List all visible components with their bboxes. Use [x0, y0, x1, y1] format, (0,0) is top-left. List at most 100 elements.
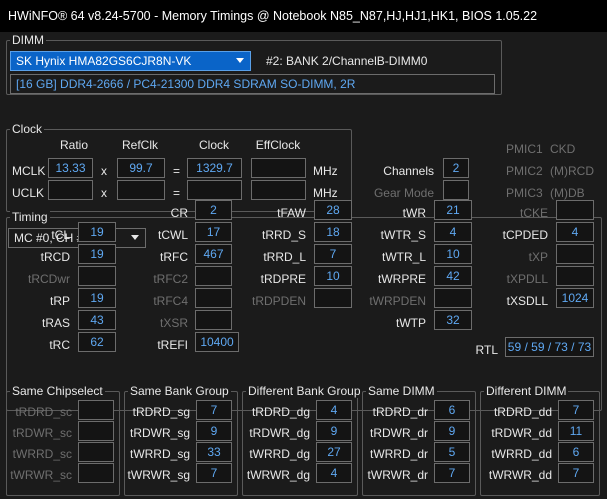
dimm-slot: #2: BANK 2/ChannelB-DIMM0 — [266, 54, 428, 68]
group-value-twrwr_dg: 4 — [316, 463, 352, 483]
mclk-effclock — [251, 158, 306, 178]
group-title-1: Same Bank Group — [128, 384, 231, 398]
group-label-twrwr_dd: tWRWR_dd — [488, 468, 552, 482]
mclk-x: x — [101, 164, 107, 178]
gear-mode-label: Gear Mode — [373, 186, 434, 200]
group-value-twrwr_sc — [78, 463, 114, 483]
group-value-trdrd_sc — [78, 400, 114, 420]
group-label-twrrd_sg: tWRRD_sg — [129, 447, 190, 461]
group-value-twrrd_sg: 33 — [196, 442, 232, 462]
timing-value-twtr_l: 10 — [434, 244, 472, 264]
mclk-unit: MHz — [313, 164, 338, 178]
group-label-twrwr_dr: tWRWR_dr — [367, 468, 428, 482]
timing-value-trdpden — [314, 288, 352, 308]
channels-label: Channels — [383, 164, 434, 178]
mclk-clock: 1329.7 — [187, 158, 242, 178]
timing-label-trfc: tRFC — [160, 250, 188, 264]
rtl-value: 59 / 59 / 73 / 73 — [505, 337, 594, 357]
group-value-twrrd_sc — [78, 442, 114, 462]
timing-label-txp: tXP — [528, 250, 548, 264]
timing-value-tcwl: 17 — [195, 222, 232, 242]
refclk-header: RefClk — [121, 138, 158, 152]
uclk-equals: = — [173, 186, 181, 200]
timing-label-trrd_s: tRRD_S — [261, 228, 306, 242]
timing-label-twtr_l: tWTR_L — [381, 250, 426, 264]
timing-label-tcke: tCKE — [519, 206, 548, 220]
timing-value-twr: 21 — [434, 200, 472, 220]
group-label-trdrd_sc: tRDRD_sc — [15, 405, 72, 419]
timing-value-tcpded: 4 — [556, 222, 594, 242]
timing-label-tcl: tCL — [51, 228, 70, 242]
group-label-trdwr_dr: tRDWR_dr — [369, 426, 428, 440]
group-label-trdwr_sc: tRDWR_sc — [12, 426, 72, 440]
timing-label-twtp: tWTP — [396, 316, 426, 330]
timing-group-label: Timing — [10, 210, 50, 224]
timing-label-tfaw: tFAW — [277, 206, 306, 220]
group-label-trdwr_dd: tRDWR_dd — [491, 426, 552, 440]
timing-value-trfc2 — [195, 266, 232, 286]
group-label-twrrd_sc: tWRRD_sc — [12, 447, 72, 461]
timing-label-txsdll: tXSDLL — [506, 294, 548, 308]
group-title-3: Same DIMM — [366, 384, 437, 398]
group-value-twrwr_dd: 7 — [558, 463, 594, 483]
timing-value-twtp: 32 — [434, 310, 472, 330]
timing-label-trfc2: tRFC2 — [153, 272, 188, 286]
timing-label-tcpded: tCPDED — [502, 228, 548, 242]
timing-label-txpdll: tXPDLL — [506, 272, 548, 286]
timing-value-txsdll: 1024 — [556, 288, 594, 308]
timing-value-trcdwr — [78, 266, 116, 286]
group-title-2: Different Bank Group — [246, 384, 363, 398]
mclk-equals: = — [173, 164, 181, 178]
dimm-group-label: DIMM — [10, 33, 46, 47]
group-label-trdrd_sg: tRDRD_sg — [132, 405, 190, 419]
uclk-label: UCLK — [12, 186, 45, 200]
group-label-twrrd_dr: tWRRD_dr — [369, 447, 428, 461]
pmic1-label: PMIC1 — [506, 142, 543, 156]
main-window: DIMM SK Hynix HMA82GS6CJR8N-VK #2: BANK … — [0, 32, 607, 499]
timing-value-tcke — [556, 200, 594, 220]
mclk-refclk: 99.7 — [117, 158, 165, 178]
timing-value-txpdll — [556, 266, 594, 286]
group-value-trdwr_dr: 9 — [434, 421, 470, 441]
timing-label-trc: tRC — [49, 338, 70, 352]
uclk-effclock — [251, 180, 306, 200]
dimm-select[interactable]: SK Hynix HMA82GS6CJR8N-VK — [10, 51, 251, 71]
timing-label-trdpre: tRDPRE — [260, 272, 306, 286]
timing-value-trp: 19 — [78, 288, 116, 308]
timing-label-tcwl: tCWL — [158, 228, 188, 242]
timing-label-twrpre: tWRPRE — [378, 272, 426, 286]
group-title-4: Different DIMM — [484, 384, 569, 398]
dimm-info: [16 GB] DDR4-2666 / PC4-21300 DDR4 SDRAM… — [10, 74, 495, 94]
rtl-label: RTL — [475, 343, 498, 357]
timing-value-twrpden — [434, 288, 472, 308]
chevron-down-icon — [131, 235, 139, 240]
timing-value-txsr — [195, 310, 232, 330]
timing-value-tras: 43 — [78, 310, 116, 330]
timing-label-twr: tWR — [402, 206, 426, 220]
timing-value-tfaw: 28 — [314, 200, 352, 220]
pmic3-label: PMIC3 — [506, 186, 543, 200]
title-bar[interactable]: HWiNFO® 64 v8.24-5700 - Memory Timings @… — [0, 0, 607, 32]
timing-value-trcd: 19 — [78, 244, 116, 264]
group-label-twrwr_dg: tWRWR_dg — [246, 468, 310, 482]
group-value-trdwr_sc — [78, 421, 114, 441]
group-title-0: Same Chipselect — [10, 384, 105, 398]
timing-label-trcd: tRCD — [40, 250, 70, 264]
timing-label-trcdwr: tRCDwr — [28, 272, 70, 286]
group-value-twrwr_dr: 7 — [434, 463, 470, 483]
timing-value-trrd_s: 18 — [314, 222, 352, 242]
timing-value-trfc: 467 — [195, 244, 232, 264]
group-label-trdrd_dd: tRDRD_dd — [493, 405, 552, 419]
group-value-twrrd_dd: 6 — [558, 442, 594, 462]
group-value-trdwr_dd: 11 — [558, 421, 594, 441]
pmic2-role: (M)RCD — [550, 164, 594, 178]
group-label-trdrd_dr: tRDRD_dr — [372, 405, 428, 419]
timing-label-trfc4: tRFC4 — [153, 294, 188, 308]
group-label-trdrd_dg: tRDRD_dg — [251, 405, 310, 419]
timing-label-txsr: tXSR — [159, 316, 188, 330]
timing-label-cr: CR — [170, 206, 188, 220]
chevron-down-icon — [236, 58, 244, 63]
timing-label-trp: tRP — [49, 294, 70, 308]
mclk-ratio: 13.33 — [48, 158, 93, 178]
group-label-twrwr_sg: tWRWR_sg — [127, 468, 190, 482]
